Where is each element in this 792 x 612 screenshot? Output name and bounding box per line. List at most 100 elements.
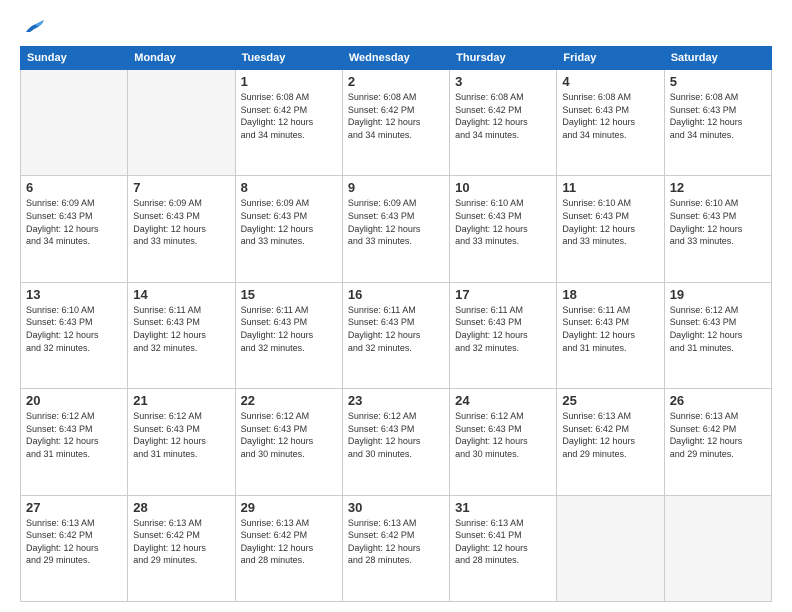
calendar-cell: 3 Sunrise: 6:08 AM Sunset: 6:42 PM Daylig… (450, 70, 557, 176)
day-number: 1 (241, 74, 337, 89)
weekday-header-friday: Friday (557, 47, 664, 70)
day-info: Sunrise: 6:12 AM Sunset: 6:43 PM Dayligh… (241, 410, 337, 460)
calendar-cell: 16 Sunrise: 6:11 AM Sunset: 6:43 PM Dayli… (342, 282, 449, 388)
day-info: Sunrise: 6:13 AM Sunset: 6:42 PM Dayligh… (241, 517, 337, 567)
day-number: 15 (241, 287, 337, 302)
day-info: Sunrise: 6:08 AM Sunset: 6:42 PM Dayligh… (241, 91, 337, 141)
day-info: Sunrise: 6:12 AM Sunset: 6:43 PM Dayligh… (348, 410, 444, 460)
day-number: 27 (26, 500, 122, 515)
day-number: 7 (133, 180, 229, 195)
day-info: Sunrise: 6:13 AM Sunset: 6:41 PM Dayligh… (455, 517, 551, 567)
calendar-cell (21, 70, 128, 176)
day-number: 6 (26, 180, 122, 195)
day-number: 31 (455, 500, 551, 515)
calendar-cell: 10 Sunrise: 6:10 AM Sunset: 6:43 PM Dayli… (450, 176, 557, 282)
calendar-cell: 21 Sunrise: 6:12 AM Sunset: 6:43 PM Dayli… (128, 389, 235, 495)
calendar-cell: 1 Sunrise: 6:08 AM Sunset: 6:42 PM Daylig… (235, 70, 342, 176)
calendar-cell: 29Sunrise: 6:13 AM Sunset: 6:42 PM Dayli… (235, 495, 342, 601)
day-info: Sunrise: 6:10 AM Sunset: 6:43 PM Dayligh… (455, 197, 551, 247)
weekday-header-sunday: Sunday (21, 47, 128, 70)
day-info: Sunrise: 6:10 AM Sunset: 6:43 PM Dayligh… (562, 197, 658, 247)
day-number: 10 (455, 180, 551, 195)
day-number: 17 (455, 287, 551, 302)
day-number: 13 (26, 287, 122, 302)
weekday-header-thursday: Thursday (450, 47, 557, 70)
header (20, 18, 772, 36)
day-number: 20 (26, 393, 122, 408)
day-number: 3 (455, 74, 551, 89)
day-number: 8 (241, 180, 337, 195)
day-number: 14 (133, 287, 229, 302)
calendar-cell: 13 Sunrise: 6:10 AM Sunset: 6:43 PM Dayli… (21, 282, 128, 388)
calendar-cell: 25 Sunrise: 6:13 AM Sunset: 6:42 PM Dayli… (557, 389, 664, 495)
day-info: Sunrise: 6:08 AM Sunset: 6:42 PM Dayligh… (455, 91, 551, 141)
day-number: 25 (562, 393, 658, 408)
calendar-cell: 15 Sunrise: 6:11 AM Sunset: 6:43 PM Dayli… (235, 282, 342, 388)
day-info: Sunrise: 6:11 AM Sunset: 6:43 PM Dayligh… (455, 304, 551, 354)
day-number: 28 (133, 500, 229, 515)
calendar-cell: 23Sunrise: 6:12 AM Sunset: 6:43 PM Dayli… (342, 389, 449, 495)
day-number: 5 (670, 74, 766, 89)
weekday-header-monday: Monday (128, 47, 235, 70)
calendar-week-2: 6 Sunrise: 6:09 AM Sunset: 6:43 PM Daylig… (21, 176, 772, 282)
calendar-cell: 24 Sunrise: 6:12 AM Sunset: 6:43 PM Dayli… (450, 389, 557, 495)
weekday-header-tuesday: Tuesday (235, 47, 342, 70)
day-info: Sunrise: 6:13 AM Sunset: 6:42 PM Dayligh… (670, 410, 766, 460)
calendar-cell: 17 Sunrise: 6:11 AM Sunset: 6:43 PM Dayli… (450, 282, 557, 388)
day-number: 22 (241, 393, 337, 408)
day-info: Sunrise: 6:12 AM Sunset: 6:43 PM Dayligh… (26, 410, 122, 460)
day-info: Sunrise: 6:11 AM Sunset: 6:43 PM Dayligh… (133, 304, 229, 354)
logo-bird-icon (24, 18, 46, 36)
day-info: Sunrise: 6:11 AM Sunset: 6:43 PM Dayligh… (348, 304, 444, 354)
calendar-cell (557, 495, 664, 601)
calendar-cell: 28 Sunrise: 6:13 AM Sunset: 6:42 PM Dayli… (128, 495, 235, 601)
calendar-cell: 8 Sunrise: 6:09 AM Sunset: 6:43 PM Daylig… (235, 176, 342, 282)
calendar-table: SundayMondayTuesdayWednesdayThursdayFrid… (20, 46, 772, 602)
day-info: Sunrise: 6:08 AM Sunset: 6:43 PM Dayligh… (670, 91, 766, 141)
calendar-cell: 26 Sunrise: 6:13 AM Sunset: 6:42 PM Dayli… (664, 389, 771, 495)
weekday-header-saturday: Saturday (664, 47, 771, 70)
calendar-cell: 6Sunrise: 6:09 AM Sunset: 6:43 PM Daylig… (21, 176, 128, 282)
calendar-cell: 14 Sunrise: 6:11 AM Sunset: 6:43 PM Dayli… (128, 282, 235, 388)
day-number: 21 (133, 393, 229, 408)
calendar-cell: 18 Sunrise: 6:11 AM Sunset: 6:43 PM Dayli… (557, 282, 664, 388)
day-number: 18 (562, 287, 658, 302)
day-info: Sunrise: 6:13 AM Sunset: 6:42 PM Dayligh… (26, 517, 122, 567)
day-number: 4 (562, 74, 658, 89)
calendar-cell: 19Sunrise: 6:12 AM Sunset: 6:43 PM Dayli… (664, 282, 771, 388)
weekday-header-row: SundayMondayTuesdayWednesdayThursdayFrid… (21, 47, 772, 70)
calendar-week-4: 20 Sunrise: 6:12 AM Sunset: 6:43 PM Dayli… (21, 389, 772, 495)
day-number: 16 (348, 287, 444, 302)
day-number: 26 (670, 393, 766, 408)
day-info: Sunrise: 6:10 AM Sunset: 6:43 PM Dayligh… (26, 304, 122, 354)
day-info: Sunrise: 6:13 AM Sunset: 6:42 PM Dayligh… (348, 517, 444, 567)
day-number: 11 (562, 180, 658, 195)
day-info: Sunrise: 6:13 AM Sunset: 6:42 PM Dayligh… (133, 517, 229, 567)
day-number: 9 (348, 180, 444, 195)
calendar-cell: 31 Sunrise: 6:13 AM Sunset: 6:41 PM Dayli… (450, 495, 557, 601)
calendar-cell: 2Sunrise: 6:08 AM Sunset: 6:42 PM Daylig… (342, 70, 449, 176)
day-number: 24 (455, 393, 551, 408)
day-info: Sunrise: 6:12 AM Sunset: 6:43 PM Dayligh… (133, 410, 229, 460)
day-info: Sunrise: 6:08 AM Sunset: 6:43 PM Dayligh… (562, 91, 658, 141)
calendar-cell: 5 Sunrise: 6:08 AM Sunset: 6:43 PM Daylig… (664, 70, 771, 176)
day-info: Sunrise: 6:09 AM Sunset: 6:43 PM Dayligh… (241, 197, 337, 247)
logo (20, 18, 48, 36)
calendar-cell (128, 70, 235, 176)
day-info: Sunrise: 6:12 AM Sunset: 6:43 PM Dayligh… (455, 410, 551, 460)
calendar-cell: 12Sunrise: 6:10 AM Sunset: 6:43 PM Dayli… (664, 176, 771, 282)
day-info: Sunrise: 6:09 AM Sunset: 6:43 PM Dayligh… (133, 197, 229, 247)
calendar-cell: 20 Sunrise: 6:12 AM Sunset: 6:43 PM Dayli… (21, 389, 128, 495)
day-number: 19 (670, 287, 766, 302)
calendar-cell: 4 Sunrise: 6:08 AM Sunset: 6:43 PM Daylig… (557, 70, 664, 176)
calendar-week-1: 1 Sunrise: 6:08 AM Sunset: 6:42 PM Daylig… (21, 70, 772, 176)
day-info: Sunrise: 6:11 AM Sunset: 6:43 PM Dayligh… (562, 304, 658, 354)
weekday-header-wednesday: Wednesday (342, 47, 449, 70)
day-info: Sunrise: 6:11 AM Sunset: 6:43 PM Dayligh… (241, 304, 337, 354)
calendar-week-3: 13 Sunrise: 6:10 AM Sunset: 6:43 PM Dayli… (21, 282, 772, 388)
calendar-cell: 22 Sunrise: 6:12 AM Sunset: 6:43 PM Dayli… (235, 389, 342, 495)
day-info: Sunrise: 6:13 AM Sunset: 6:42 PM Dayligh… (562, 410, 658, 460)
calendar-cell: 27 Sunrise: 6:13 AM Sunset: 6:42 PM Dayli… (21, 495, 128, 601)
day-number: 12 (670, 180, 766, 195)
calendar-cell: 9Sunrise: 6:09 AM Sunset: 6:43 PM Daylig… (342, 176, 449, 282)
